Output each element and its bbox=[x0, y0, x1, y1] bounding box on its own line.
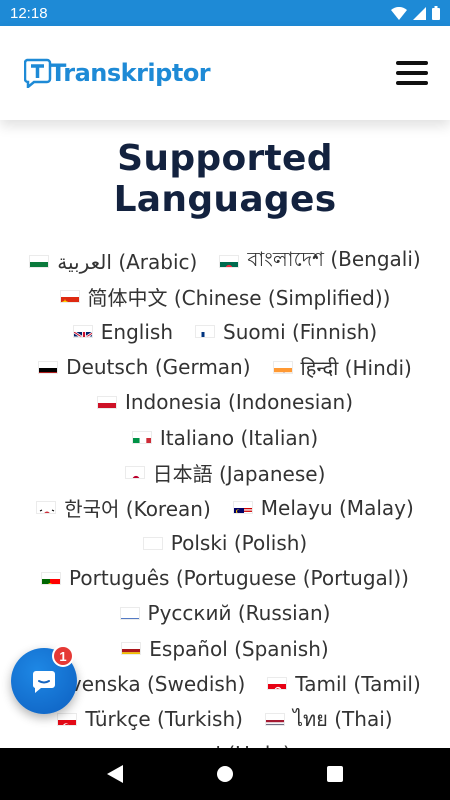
language-label: Indonesia (Indonesian) bbox=[124, 390, 354, 415]
language-label: ไทย (Thai) bbox=[292, 707, 393, 732]
language-item: Melayu (Malay) bbox=[232, 495, 414, 520]
status-icons bbox=[391, 6, 440, 20]
flag-pt-icon bbox=[41, 571, 62, 585]
language-item: Italiano (Italian) bbox=[131, 425, 319, 450]
language-label: العربية (Arabic) bbox=[57, 249, 198, 274]
page-title: Supported Languages bbox=[113, 138, 337, 220]
language-label: Suomi (Finnish) bbox=[223, 319, 378, 344]
language-label: Türkçe (Turkish) bbox=[85, 707, 243, 732]
language-row: 한국어 (Korean) Melayu (Malay) bbox=[0, 490, 450, 525]
language-item: العربية (Arabic) bbox=[29, 250, 197, 274]
language-row: Português (Portuguese (Portugal)) bbox=[0, 561, 450, 596]
hamburger-menu-button[interactable] bbox=[396, 61, 428, 85]
flag-cn-icon bbox=[59, 290, 80, 304]
language-row: 简体中文 (Chinese (Simplified)) bbox=[0, 279, 450, 314]
language-row: Türkçe (Turkish) ไทย (Thai) bbox=[0, 701, 450, 736]
language-label: Italiano (Italian) bbox=[159, 425, 319, 450]
language-row: العربية (Arabic) বাংলাদেশ (Bengali) bbox=[0, 244, 450, 279]
flag-in-icon bbox=[272, 360, 293, 374]
nav-back-button[interactable] bbox=[95, 754, 135, 794]
language-item: 简体中文 (Chinese (Simplified)) bbox=[59, 282, 391, 311]
flag-sa-icon bbox=[29, 255, 50, 269]
wifi-icon bbox=[391, 6, 407, 20]
language-label: हिन्दी (Hindi) bbox=[300, 355, 412, 380]
flag-es-icon bbox=[121, 642, 142, 656]
language-item: 한국어 (Korean) bbox=[36, 493, 211, 522]
language-label: Deutsch (German) bbox=[66, 355, 251, 380]
nav-recents-button[interactable] bbox=[315, 754, 355, 794]
flag-bd-icon bbox=[219, 255, 240, 269]
battery-icon bbox=[432, 6, 440, 20]
menu-line bbox=[396, 71, 428, 75]
language-item: Türkçe (Turkish) bbox=[57, 707, 243, 731]
flag-it-icon bbox=[131, 431, 152, 445]
logo-mark-icon bbox=[24, 58, 52, 88]
language-row: Italiano (Italian) bbox=[0, 420, 450, 455]
flag-gb-icon bbox=[72, 325, 93, 339]
language-item: বাংলাদেশ (Bengali) bbox=[219, 245, 421, 278]
flag-id-icon bbox=[96, 395, 117, 409]
language-row: اردو (Urdu) bbox=[0, 737, 450, 748]
language-row: English Suomi (Finnish) bbox=[0, 314, 450, 349]
flag-my-icon bbox=[232, 501, 253, 515]
flag-kr-icon bbox=[36, 501, 57, 515]
logo-text: Transkriptor bbox=[50, 59, 211, 87]
chat-bubble-icon bbox=[32, 671, 55, 693]
language-item: 日本語 (Japanese) bbox=[124, 458, 326, 487]
site-header: Transkriptor bbox=[0, 26, 450, 120]
logo[interactable]: Transkriptor bbox=[24, 58, 211, 88]
language-item: ไทย (Thai) bbox=[264, 703, 393, 735]
language-label: Español (Spanish) bbox=[149, 636, 329, 661]
language-item: हिन्दी (Hindi) bbox=[272, 354, 412, 381]
language-label: 한국어 (Korean) bbox=[64, 497, 211, 522]
home-circle-icon bbox=[217, 766, 233, 782]
language-label: Tamil (Tamil) bbox=[295, 671, 421, 696]
language-label: বাংলাদেশ (Bengali) bbox=[247, 247, 421, 272]
language-row: Indonesia (Indonesian) bbox=[0, 385, 450, 420]
recents-square-icon bbox=[327, 766, 343, 782]
language-item: English bbox=[72, 319, 173, 344]
language-label: English bbox=[100, 319, 173, 344]
status-bar: 12:18 bbox=[0, 0, 450, 26]
language-item: Indonesia (Indonesian) bbox=[96, 390, 354, 415]
language-item: Suomi (Finnish) bbox=[195, 320, 377, 344]
flag-fi-icon bbox=[195, 325, 215, 339]
flag-pl-icon bbox=[142, 536, 163, 550]
flag-th-icon bbox=[264, 712, 285, 726]
flag-tn-icon bbox=[267, 677, 288, 691]
language-label: Polski (Polish) bbox=[170, 531, 308, 556]
system-nav-bar bbox=[0, 748, 450, 800]
flag-ru-icon bbox=[119, 606, 140, 620]
nav-home-button[interactable] bbox=[205, 754, 245, 794]
back-triangle-icon bbox=[107, 765, 123, 783]
language-item: Português (Portuguese (Portugal)) bbox=[41, 566, 409, 590]
language-row: Deutsch (German) हिन्दी (Hindi) bbox=[0, 350, 450, 385]
language-item: Polski (Polish) bbox=[142, 531, 308, 556]
language-row: Polski (Polish) bbox=[0, 526, 450, 561]
language-label: 日本語 (Japanese) bbox=[152, 462, 326, 487]
language-label: Melayu (Malay) bbox=[260, 495, 414, 520]
language-row: 日本語 (Japanese) bbox=[0, 455, 450, 490]
language-label: Português (Portuguese (Portugal)) bbox=[69, 566, 409, 591]
flag-jp-icon bbox=[124, 466, 145, 480]
chat-notification-badge: 1 bbox=[52, 645, 74, 667]
language-item: Tamil (Tamil) bbox=[267, 671, 421, 696]
language-item: Deutsch (German) bbox=[38, 355, 251, 380]
language-label: Русский (Russian) bbox=[147, 601, 331, 626]
language-label: Svenska (Swedish) bbox=[57, 671, 246, 696]
language-row: Русский (Russian) bbox=[0, 596, 450, 631]
signal-icon bbox=[413, 6, 426, 20]
status-time: 12:18 bbox=[10, 4, 48, 22]
flag-tr-icon bbox=[57, 712, 78, 726]
language-item: Русский (Russian) bbox=[119, 601, 331, 626]
language-item: Español (Spanish) bbox=[121, 636, 329, 661]
menu-line bbox=[396, 81, 428, 85]
menu-line bbox=[396, 61, 428, 65]
flag-de-icon bbox=[38, 360, 59, 374]
language-label: 简体中文 (Chinese (Simplified)) bbox=[87, 286, 391, 311]
